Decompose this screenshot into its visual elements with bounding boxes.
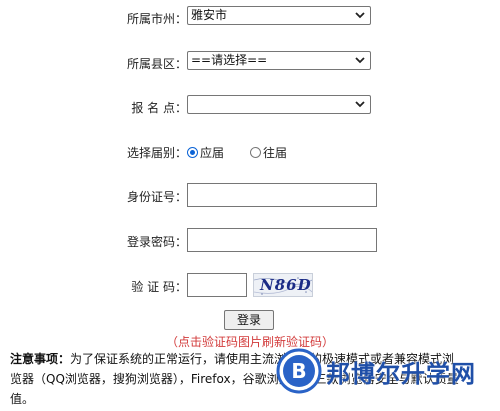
site-select[interactable] [187, 95, 371, 114]
grade-radio-group: 应届 往届 [187, 143, 313, 161]
grade-radio-previous[interactable] [250, 146, 262, 158]
county-row: 所属县区： ==请选择== [0, 51, 500, 75]
id-number-label: 身份证号： [126, 190, 187, 204]
city-select-value: 雅安市 [191, 8, 228, 22]
grade-radio-previous-label[interactable]: 往届 [263, 144, 287, 161]
password-label: 登录密码： [126, 235, 187, 249]
chevron-down-icon [355, 101, 365, 108]
city-row: 所属市州： 雅安市 [0, 6, 500, 30]
password-input[interactable] [187, 228, 377, 252]
login-button[interactable]: 登录 [224, 310, 274, 330]
county-select[interactable]: ==请选择== [187, 51, 371, 70]
captcha-image-text: N86D [260, 276, 312, 294]
captcha-image[interactable]: N86D [253, 273, 313, 297]
password-row: 登录密码： [0, 228, 500, 252]
captcha-label: 验 证 码： [131, 280, 187, 294]
captcha-row: 验 证 码： N86D [0, 273, 500, 297]
site-row: 报 名 点： [0, 95, 500, 119]
watermark-logo-icon: B [276, 348, 322, 394]
watermark-logo-mark: B [291, 359, 306, 383]
grade-label: 选择届别： [126, 146, 187, 160]
county-select-value: ==请选择== [191, 53, 268, 67]
city-label: 所属市州： [126, 12, 187, 26]
watermark-logo-text: 邦博尔升学网 [326, 359, 476, 388]
grade-radio-current-label[interactable]: 应届 [200, 144, 224, 161]
chevron-down-icon [355, 12, 365, 19]
captcha-input[interactable] [187, 273, 247, 297]
city-select[interactable]: 雅安市 [187, 6, 371, 25]
id-number-input[interactable] [187, 183, 377, 207]
id-number-row: 身份证号： [0, 183, 500, 207]
chevron-down-icon [355, 57, 365, 64]
site-label: 报 名 点： [131, 101, 187, 115]
grade-radio-current[interactable] [187, 146, 198, 158]
notice-title: 注意事项： [10, 352, 71, 366]
grade-row: 选择届别： 应届 往届 [0, 141, 500, 165]
county-label: 所属县区： [126, 57, 187, 71]
watermark-logo: B 邦博尔升学网 [276, 348, 498, 394]
